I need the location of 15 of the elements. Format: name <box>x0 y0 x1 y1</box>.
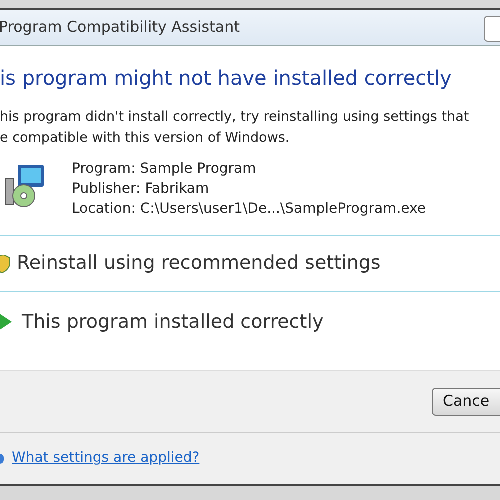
help-icon <box>0 454 4 464</box>
detail-text: Program: Sample Program <box>72 160 258 179</box>
shield-icon <box>0 254 10 272</box>
option-link[interactable]: This program installed correctly <box>0 292 500 352</box>
cancel-button[interactable]: Cance <box>432 388 500 416</box>
description-text: his program didn't install correctly, try reinstalling using settings that <box>0 108 470 127</box>
description-text: e compatible with this version of Windows. <box>0 129 291 148</box>
window-title: Program Compatibility Assistant <box>0 17 240 38</box>
help-link[interactable]: What settings are applied? <box>12 448 200 469</box>
dialog-heading: is program might not have installed correctly <box>0 65 453 92</box>
detail-text: Publisher: Fabrikam <box>72 180 210 199</box>
arrow-icon <box>0 313 12 331</box>
detail-text: Location: C:\Users\user1\De...\SampleProgram.exe <box>72 200 426 219</box>
close-button[interactable] <box>484 16 500 42</box>
option-link[interactable]: Reinstall using recommended settings <box>0 236 500 292</box>
